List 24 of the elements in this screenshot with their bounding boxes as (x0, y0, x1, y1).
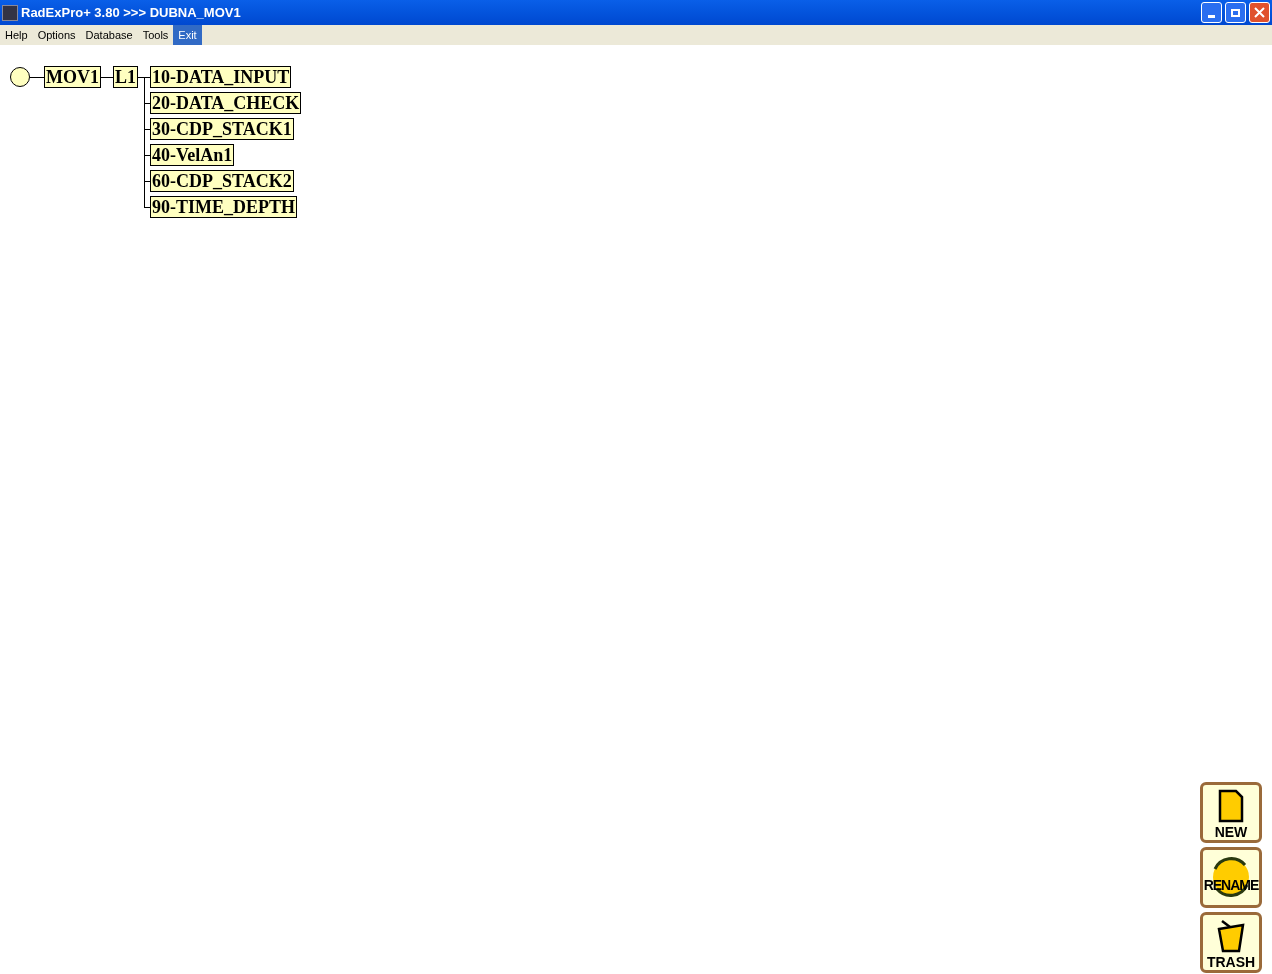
document-icon (1218, 789, 1244, 823)
menu-item[interactable]: Tools (137, 25, 174, 45)
root-node[interactable] (10, 67, 30, 87)
menu-item[interactable]: Database (80, 25, 138, 45)
action-button[interactable]: NEW (1200, 782, 1262, 843)
tree-node[interactable]: L1 (113, 66, 138, 88)
window-title: RadExPro+ 3.80 >>> DUBNA_MOV1 (21, 3, 242, 22)
tree-node[interactable]: 30-CDP_STACK1 (150, 118, 294, 140)
minimize-button[interactable] (1201, 2, 1222, 23)
app-icon (2, 4, 18, 21)
tree-node[interactable]: 60-CDP_STACK2 (150, 170, 294, 192)
tree-node[interactable]: MOV1 (44, 66, 101, 88)
tree-node[interactable]: 40-VelAn1 (150, 144, 235, 166)
menu-item[interactable]: Options (32, 25, 81, 45)
action-button[interactable]: TRASH (1200, 912, 1262, 973)
tree-node[interactable]: 10-DATA_INPUT (150, 66, 292, 88)
close-icon (1254, 7, 1265, 18)
menu-item[interactable]: Exit (173, 25, 202, 45)
tree-node[interactable]: 90-TIME_DEPTH (150, 196, 298, 218)
tree-node[interactable]: 20-DATA_CHECK (150, 92, 302, 114)
trash-icon (1216, 919, 1246, 953)
restore-button[interactable] (1225, 2, 1246, 23)
menu-item[interactable]: Help (0, 25, 33, 45)
close-button[interactable] (1249, 2, 1270, 23)
